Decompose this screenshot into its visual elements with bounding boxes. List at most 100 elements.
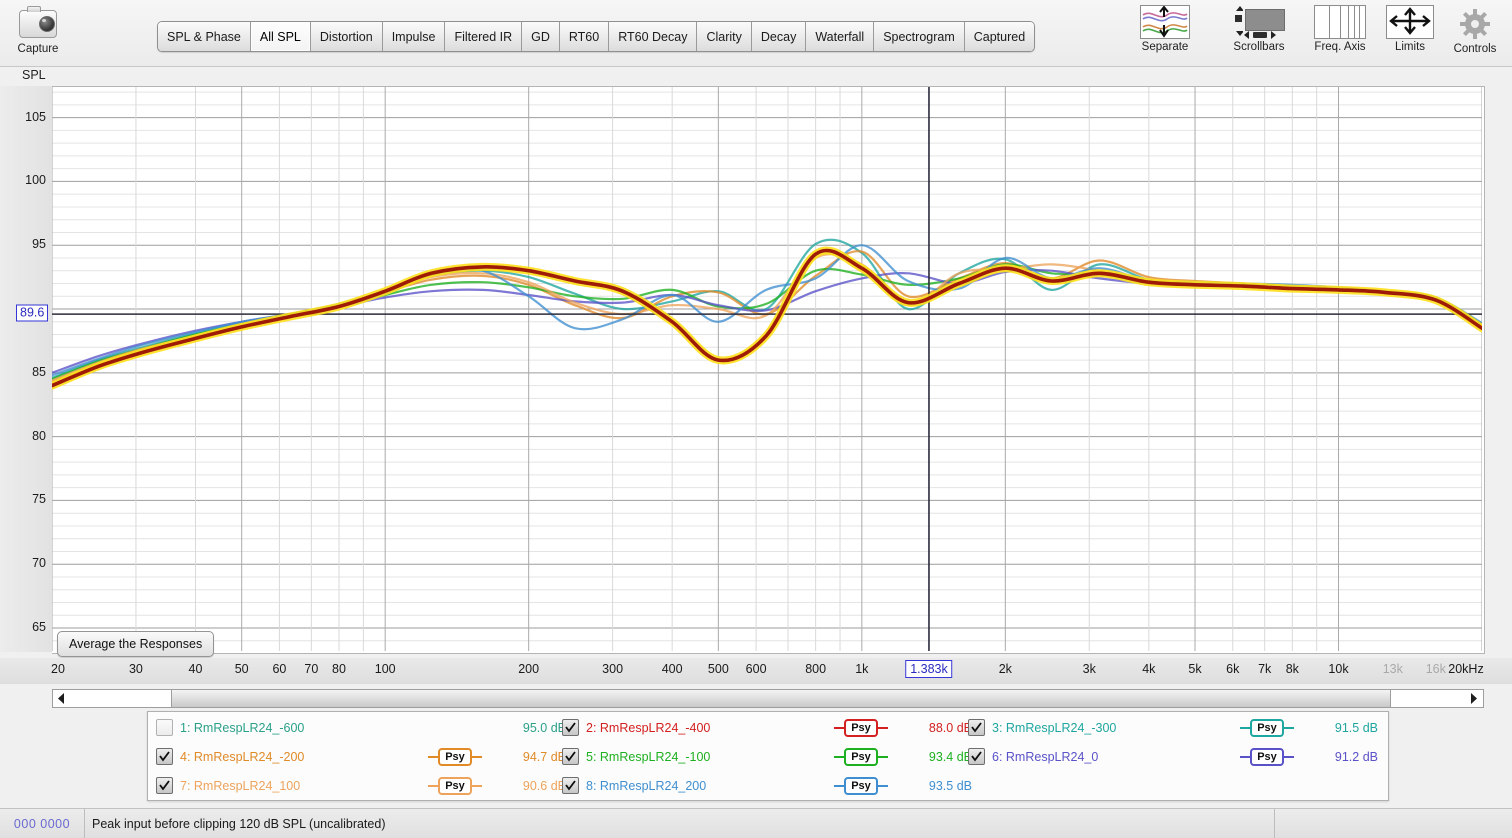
x-tick-label: 5k xyxy=(1188,662,1202,676)
capture-button[interactable]: Capture xyxy=(2,6,74,55)
legend-trace-name[interactable]: 1: RmRespLR24_-600 xyxy=(180,721,418,735)
legend-level-db: 94.7 dB xyxy=(522,749,566,764)
legend-line-right xyxy=(1283,726,1294,729)
x-tick-label: 7k xyxy=(1258,662,1272,676)
legend-trace-name[interactable]: 5: RmRespLR24_-100 xyxy=(586,750,824,764)
y-tick-label: 85 xyxy=(32,364,46,379)
y-axis[interactable]: 105 100 95 85 80 75 70 65 89.6 xyxy=(0,86,52,652)
trace-visibility-checkbox[interactable] xyxy=(156,777,173,794)
trace-visibility-checkbox[interactable] xyxy=(156,719,173,736)
spl-chart-plot-area[interactable] xyxy=(52,86,1485,654)
tab-waterfall[interactable]: Waterfall xyxy=(806,22,875,51)
horizontal-scrollbar[interactable] xyxy=(52,689,1484,708)
scrollbars-label: Scrollbars xyxy=(1233,41,1285,53)
x-tick-label: 20 xyxy=(51,662,65,676)
x-axis[interactable]: 20 30 40 50 60 70 80 100 200 300 400 500 600 800 1k 2k 3… xyxy=(0,658,1512,684)
legend-trace-name[interactable]: 3: RmRespLR24_-300 xyxy=(992,721,1230,735)
scroll-right-arrow-icon[interactable] xyxy=(1466,690,1483,707)
legend-psy-label: Psy xyxy=(844,747,878,766)
scrollbars-button[interactable]: Scrollbars xyxy=(1222,4,1296,53)
limits-button[interactable]: Limits xyxy=(1378,4,1442,53)
tab-rt60[interactable]: RT60 xyxy=(559,22,610,51)
x-tick-label: 16k xyxy=(1425,662,1446,676)
trace-legend: 1: RmRespLR24_-600 95.0 dB 2: RmRespLR24_-… xyxy=(147,711,1389,801)
x-tick-label: 3k xyxy=(1082,662,1096,676)
legend-trace-name[interactable]: 6: RmRespLR24_0 xyxy=(992,750,1230,764)
spl-chart-canvas xyxy=(52,87,1482,651)
legend-trace-name[interactable]: 4: RmRespLR24_-200 xyxy=(180,750,418,764)
legend-psy-label: Psy xyxy=(844,718,878,737)
tab-spl-phase[interactable]: SPL & Phase xyxy=(158,22,251,51)
tab-decay[interactable]: Decay xyxy=(751,22,807,51)
trace-visibility-checkbox[interactable] xyxy=(562,777,579,794)
average-responses-button[interactable]: Average the Responses xyxy=(57,631,215,657)
tab-spectrogram[interactable]: Spectrogram xyxy=(874,22,965,51)
check-icon xyxy=(565,722,576,733)
controls-label: Controls xyxy=(1453,43,1497,55)
y-tick-label: 70 xyxy=(32,556,46,571)
legend-trace-name[interactable]: 2: RmRespLR24_-400 xyxy=(586,721,824,735)
legend-psy-swatch[interactable]: Psy xyxy=(1230,718,1304,737)
legend-line-right xyxy=(471,784,482,787)
tab-distortion[interactable]: Distortion xyxy=(310,22,383,51)
legend-line-right xyxy=(1283,755,1294,758)
scroll-left-arrow-icon[interactable] xyxy=(53,690,70,707)
legend-psy-swatch[interactable]: Psy xyxy=(418,776,492,795)
legend-line-left xyxy=(1240,726,1251,729)
limits-icon xyxy=(1378,4,1442,40)
status-bar: 000 0000 Peak input before clipping 120 … xyxy=(0,808,1512,838)
y-tick-label: 75 xyxy=(32,492,46,507)
legend-line-left xyxy=(428,755,439,758)
tab-impulse[interactable]: Impulse xyxy=(382,22,446,51)
trace-visibility-checkbox[interactable] xyxy=(562,719,579,736)
frequency-axis-icon xyxy=(1302,4,1378,40)
scrollbar-thumb[interactable] xyxy=(171,690,1391,707)
x-tick-label: 4k xyxy=(1142,662,1156,676)
controls-button[interactable]: Controls xyxy=(1440,6,1510,55)
legend-line-left xyxy=(1240,755,1251,758)
check-icon xyxy=(565,751,576,762)
legend-psy-swatch[interactable]: Psy xyxy=(418,747,492,766)
x-tick-label: 500 xyxy=(707,662,729,676)
x-tick-label: 10k xyxy=(1328,662,1349,676)
x-tick-label: 2k xyxy=(998,662,1012,676)
trace-visibility-checkbox[interactable] xyxy=(968,748,985,765)
legend-trace-name[interactable]: 7: RmRespLR24_100 xyxy=(180,779,418,793)
y-axis-title: SPL xyxy=(22,68,46,82)
x-tick-label: 200 xyxy=(518,662,540,676)
camera-icon xyxy=(2,6,74,42)
x-cursor-readout[interactable]: 1.383k xyxy=(905,660,953,678)
legend-trace-name[interactable]: 8: RmRespLR24_200 xyxy=(586,779,824,793)
legend-line-left xyxy=(428,784,439,787)
legend-row: 4: RmRespLR24_-200 Psy 94.7 dB xyxy=(156,742,566,771)
tab-rt60-decay[interactable]: RT60 Decay xyxy=(609,22,698,51)
x-tick-label: 300 xyxy=(602,662,624,676)
tab-filtered-ir[interactable]: Filtered IR xyxy=(445,22,523,51)
tab-captured[interactable]: Captured xyxy=(964,22,1035,51)
legend-row: 3: RmRespLR24_-300 Psy 91.5 dB xyxy=(968,713,1378,742)
legend-psy-swatch[interactable]: Psy xyxy=(824,747,898,766)
check-icon xyxy=(159,751,170,762)
y-tick-label: 65 xyxy=(32,620,46,635)
input-meter-value: 000 0000 xyxy=(13,816,71,831)
trace-visibility-checkbox[interactable] xyxy=(156,748,173,765)
separate-button[interactable]: Separate xyxy=(1128,4,1202,53)
trace-visibility-checkbox[interactable] xyxy=(562,748,579,765)
legend-line-right xyxy=(877,784,888,787)
legend-psy-swatch[interactable]: Psy xyxy=(1230,747,1304,766)
check-icon xyxy=(159,780,170,791)
x-tick-label: 40 xyxy=(188,662,203,676)
legend-psy-swatch[interactable]: Psy xyxy=(824,776,898,795)
x-tick-label: 70 xyxy=(304,662,319,676)
x-tick-label: 8k xyxy=(1285,662,1299,676)
freq-axis-button[interactable]: Freq. Axis xyxy=(1302,4,1378,53)
separate-label: Separate xyxy=(1141,41,1189,53)
tab-all-spl[interactable]: All SPL xyxy=(250,22,311,51)
freq-axis-label: Freq. Axis xyxy=(1314,41,1366,53)
legend-level-db: 95.0 dB xyxy=(522,720,566,735)
tab-gd[interactable]: GD xyxy=(522,22,560,51)
trace-visibility-checkbox[interactable] xyxy=(968,719,985,736)
legend-psy-swatch[interactable]: Psy xyxy=(824,718,898,737)
x-tick-label: 60 xyxy=(272,662,287,676)
tab-clarity[interactable]: Clarity xyxy=(697,22,752,51)
